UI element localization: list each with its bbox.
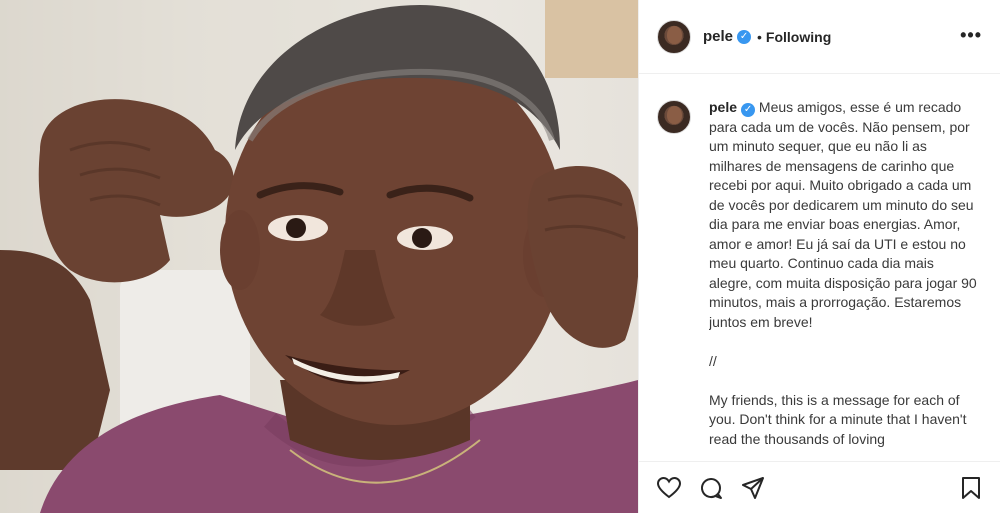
caption: pele ✓ Meus amigos, esse é um recado para… bbox=[657, 98, 987, 462]
post-photo[interactable] bbox=[0, 0, 638, 513]
caption-avatar[interactable] bbox=[657, 100, 691, 134]
verified-badge-icon: ✓ bbox=[741, 103, 756, 117]
caption-username-link[interactable]: pele bbox=[709, 99, 737, 115]
caption-text-block: pele ✓ Meus amigos, esse é um recado para… bbox=[709, 98, 979, 462]
separator-dot: • bbox=[757, 28, 762, 45]
action-bar bbox=[639, 461, 1000, 513]
avatar[interactable] bbox=[657, 19, 691, 54]
heart-icon[interactable] bbox=[655, 474, 683, 502]
bookmark-icon[interactable] bbox=[957, 474, 985, 502]
shelf bbox=[545, 0, 638, 78]
comment-icon[interactable] bbox=[697, 474, 725, 502]
verified-badge-icon: ✓ bbox=[737, 29, 752, 44]
following-button[interactable]: Following bbox=[766, 29, 831, 45]
username-link[interactable]: pele bbox=[703, 28, 733, 45]
post-header: pele ✓ • Following ••• bbox=[639, 0, 1000, 74]
photo-illustration bbox=[0, 0, 638, 513]
more-options-icon[interactable]: ••• bbox=[960, 26, 982, 44]
caption-body: Meus amigos, esse é um recado para cada … bbox=[709, 99, 977, 447]
post-side-panel: pele ✓ • Following ••• pele ✓ Meus amigos… bbox=[638, 0, 1000, 513]
share-icon[interactable] bbox=[739, 474, 767, 502]
